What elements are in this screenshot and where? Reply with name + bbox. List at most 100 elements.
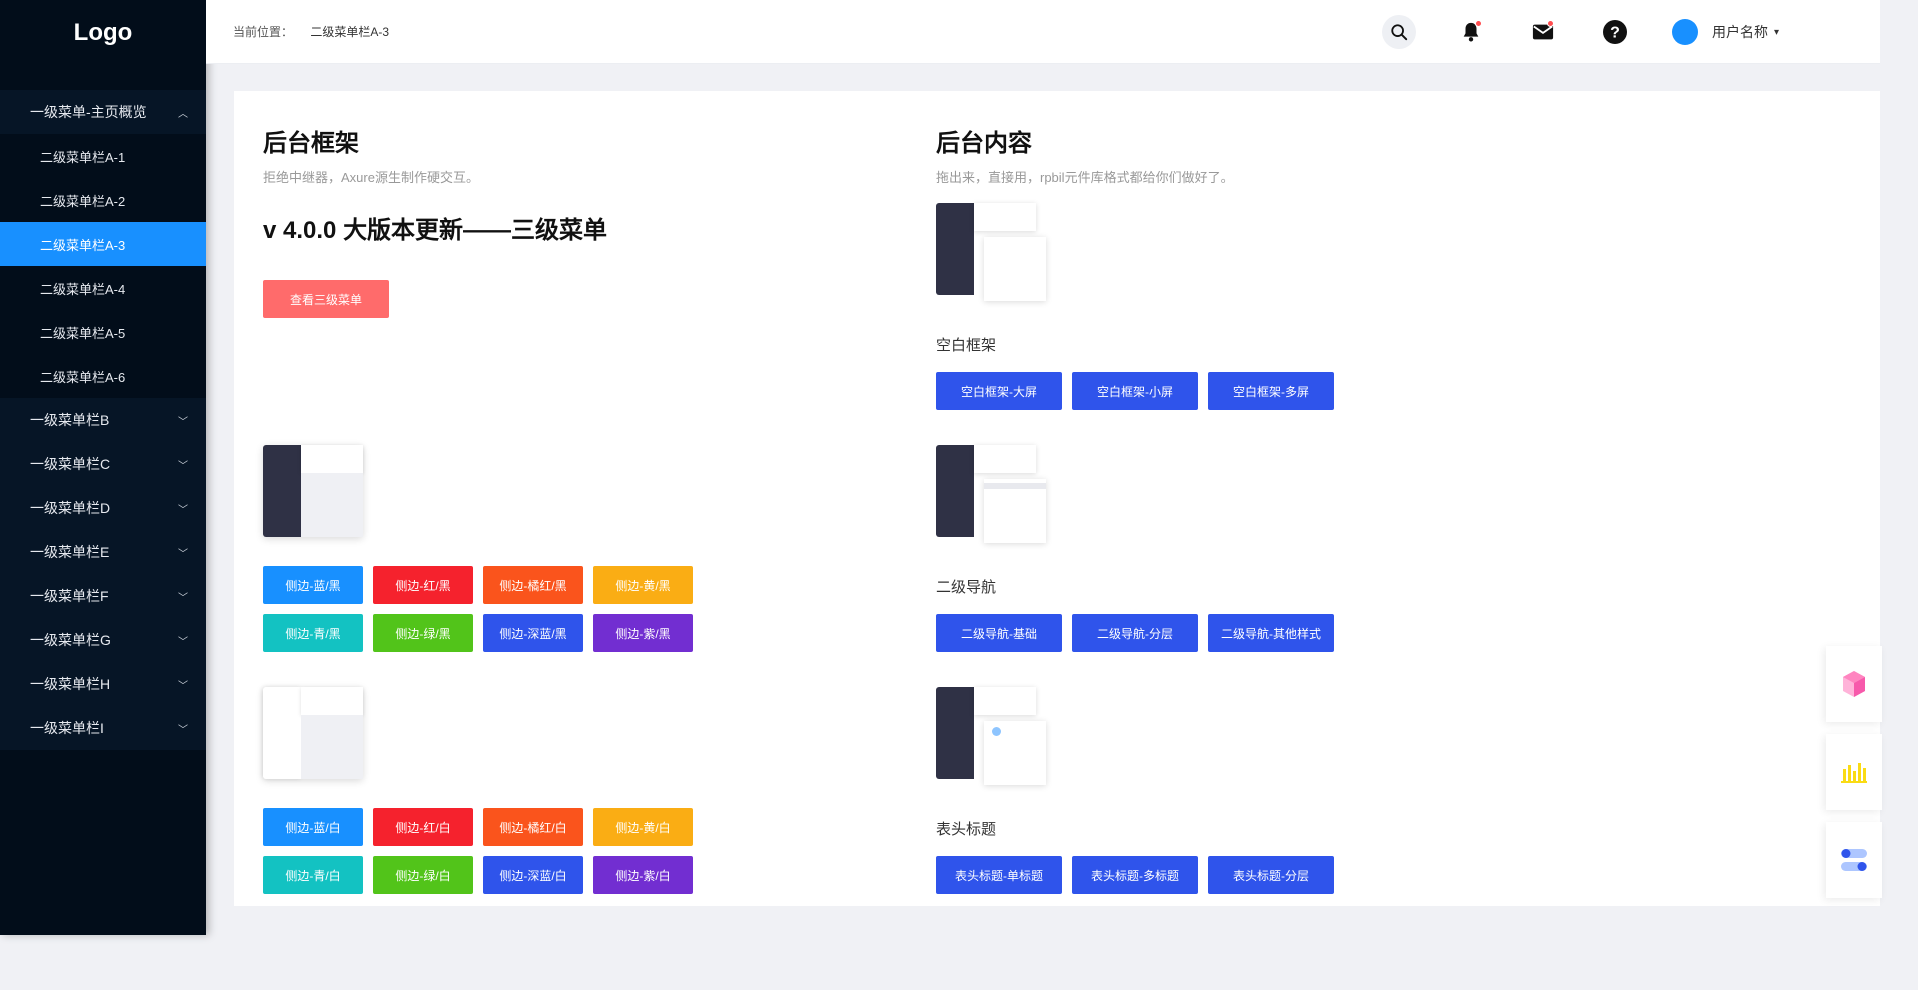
theme-button[interactable]: 侧边-红/白 [373, 808, 473, 846]
blank-frame-multi-button[interactable]: 空白框架-多屏 [1208, 372, 1334, 410]
submenu-label: 二级菜单栏A-3 [40, 237, 126, 253]
main-card: 后台框架 拒绝中继器，Axure源生制作硬交互。 v 4.0.0 大版本更新——… [234, 91, 1880, 906]
table-header-layered-button[interactable]: 表头标题-分层 [1208, 856, 1334, 894]
dark-buttons-row-1: 侧边-蓝/黑 侧边-红/黑 侧边-橘红/黑 侧边-黄/黑 [263, 566, 703, 604]
dark-buttons-row-2: 侧边-青/黑 侧边-绿/黑 侧边-深蓝/黑 侧边-紫/黑 [263, 614, 703, 652]
menu-group-label: 一级菜单栏I [30, 720, 104, 736]
user-name: 用户名称 [1712, 24, 1768, 40]
menu-group-label: 一级菜单栏D [30, 500, 111, 516]
secondary-nav-basic-button[interactable]: 二级导航-基础 [936, 614, 1062, 652]
chevron-down-icon: ﹀ [178, 636, 188, 648]
theme-button[interactable]: 侧边-红/黑 [373, 566, 473, 604]
content-subtitle: 拖出来，直接用，rpbil元件库格式都给你们做好了。 [936, 170, 1234, 185]
theme-button[interactable]: 侧边-紫/黑 [593, 614, 693, 652]
submenu-item-a2[interactable]: 二级菜单栏A-2 [0, 178, 206, 222]
topbar-actions: ? 用户名称 ▾ [1382, 0, 1779, 64]
chevron-up-icon: ︿ [178, 108, 188, 120]
submenu-label: 二级菜单栏A-2 [40, 193, 126, 209]
menu-group-label: 一级菜单栏G [30, 632, 111, 648]
blank-frame-thumbnail [936, 203, 1046, 301]
theme-button[interactable]: 侧边-黄/黑 [593, 566, 693, 604]
floating-widget-chart[interactable] [1826, 734, 1882, 810]
notification-dot [1475, 20, 1482, 27]
chevron-down-icon: ▾ [1774, 26, 1780, 38]
blank-frame-small-button[interactable]: 空白框架-小屏 [1072, 372, 1198, 410]
menu-group-label: 一级菜单栏E [30, 544, 110, 560]
theme-button[interactable]: 侧边-绿/黑 [373, 614, 473, 652]
light-buttons-row-2: 侧边-青/白 侧边-绿/白 侧边-深蓝/白 侧边-紫/白 [263, 856, 703, 894]
theme-button[interactable]: 侧边-蓝/黑 [263, 566, 363, 604]
help-button[interactable]: ? [1598, 15, 1632, 49]
menu-group-i[interactable]: 一级菜单栏I ﹀ [0, 706, 206, 750]
submenu-item-a1[interactable]: 二级菜单栏A-1 [0, 134, 206, 178]
secondary-nav-layered-button[interactable]: 二级导航-分层 [1072, 614, 1198, 652]
light-sidebar-thumbnail [263, 687, 363, 779]
framework-title: 后台框架 [263, 130, 359, 157]
menu-group-d[interactable]: 一级菜单栏D ﹀ [0, 486, 206, 530]
breadcrumb-current[interactable]: 二级菜单栏A-3 [310, 25, 389, 39]
message-button[interactable] [1526, 15, 1560, 49]
secondary-nav-label: 二级导航 [936, 579, 997, 596]
sidebar: Logo 一级菜单-主页概览 ︿ 二级菜单栏A-1 二级菜单栏A-2 二级菜单栏… [0, 0, 206, 935]
search-button[interactable] [1382, 15, 1416, 49]
secondary-nav-other-button[interactable]: 二级导航-其他样式 [1208, 614, 1334, 652]
cube-icon [1843, 671, 1865, 697]
theme-button[interactable]: 侧边-深蓝/黑 [483, 614, 583, 652]
menu-group-e[interactable]: 一级菜单栏E ﹀ [0, 530, 206, 574]
breadcrumb: 当前位置： 二级菜单栏A-3 [233, 23, 389, 40]
view-third-menu-button[interactable]: 查看三级菜单 [263, 280, 389, 318]
toggle-icon [1841, 849, 1867, 871]
table-header-buttons: 表头标题-单标题 表头标题-多标题 表头标题-分层 [936, 856, 1344, 894]
table-header-multi-button[interactable]: 表头标题-多标题 [1072, 856, 1198, 894]
theme-button[interactable]: 侧边-青/黑 [263, 614, 363, 652]
theme-button[interactable]: 侧边-橘红/白 [483, 808, 583, 846]
submenu-item-a3[interactable]: 二级菜单栏A-3 [0, 222, 206, 266]
logo: Logo [73, 19, 133, 46]
menu-group-b[interactable]: 一级菜单栏B ﹀ [0, 398, 206, 442]
menu-group-h[interactable]: 一级菜单栏H ﹀ [0, 662, 206, 706]
theme-button[interactable]: 侧边-紫/白 [593, 856, 693, 894]
table-header-single-button[interactable]: 表头标题-单标题 [936, 856, 1062, 894]
submenu-label: 二级菜单栏A-1 [40, 149, 126, 165]
chevron-down-icon: ﹀ [178, 548, 188, 560]
table-header-label: 表头标题 [936, 821, 997, 838]
user-menu[interactable]: 用户名称 ▾ [1672, 19, 1779, 45]
menu-group-label: 一级菜单栏C [30, 456, 111, 472]
help-icon: ? [1603, 20, 1627, 44]
chevron-down-icon: ﹀ [178, 724, 188, 736]
menu-group-home[interactable]: 一级菜单-主页概览 ︿ [0, 90, 206, 134]
chevron-down-icon: ﹀ [178, 592, 188, 604]
menu-group-f[interactable]: 一级菜单栏F ﹀ [0, 574, 206, 618]
framework-subtitle: 拒绝中继器，Axure源生制作硬交互。 [263, 170, 479, 185]
floating-widget-toggle[interactable] [1826, 822, 1882, 898]
notification-button[interactable] [1454, 15, 1488, 49]
theme-button[interactable]: 侧边-橘红/黑 [483, 566, 583, 604]
secondary-nav-thumbnail [936, 445, 1046, 543]
version-heading: v 4.0.0 大版本更新——三级菜单 [263, 217, 608, 244]
chevron-down-icon: ﹀ [178, 460, 188, 472]
theme-button[interactable]: 侧边-深蓝/白 [483, 856, 583, 894]
table-header-thumbnail [936, 687, 1046, 785]
blank-frame-large-button[interactable]: 空白框架-大屏 [936, 372, 1062, 410]
menu-group-c[interactable]: 一级菜单栏C ﹀ [0, 442, 206, 486]
floating-widget-cube[interactable] [1826, 646, 1882, 722]
menu-group-g[interactable]: 一级菜单栏G ﹀ [0, 618, 206, 662]
breadcrumb-label: 当前位置： [233, 25, 294, 39]
submenu-item-a4[interactable]: 二级菜单栏A-4 [0, 266, 206, 310]
content-section: 后台内容 拖出来，直接用，rpbil元件库格式都给你们做好了。 [936, 91, 1234, 186]
submenu-item-a6[interactable]: 二级菜单栏A-6 [0, 354, 206, 398]
theme-button[interactable]: 侧边-绿/白 [373, 856, 473, 894]
menu-group-label: 一级菜单栏H [30, 676, 111, 692]
chevron-down-icon: ﹀ [178, 416, 188, 428]
theme-button[interactable]: 侧边-蓝/白 [263, 808, 363, 846]
chevron-down-icon: ﹀ [178, 680, 188, 692]
theme-button[interactable]: 侧边-黄/白 [593, 808, 693, 846]
theme-button[interactable]: 侧边-青/白 [263, 856, 363, 894]
message-dot [1547, 20, 1554, 27]
topbar: 当前位置： 二级菜单栏A-3 ? 用户名称 ▾ [206, 0, 1880, 64]
avatar [1672, 19, 1698, 45]
bar-chart-icon [1841, 763, 1867, 783]
blank-frame-buttons: 空白框架-大屏 空白框架-小屏 空白框架-多屏 [936, 372, 1344, 410]
submenu-label: 二级菜单栏A-5 [40, 325, 126, 341]
submenu-item-a5[interactable]: 二级菜单栏A-5 [0, 310, 206, 354]
